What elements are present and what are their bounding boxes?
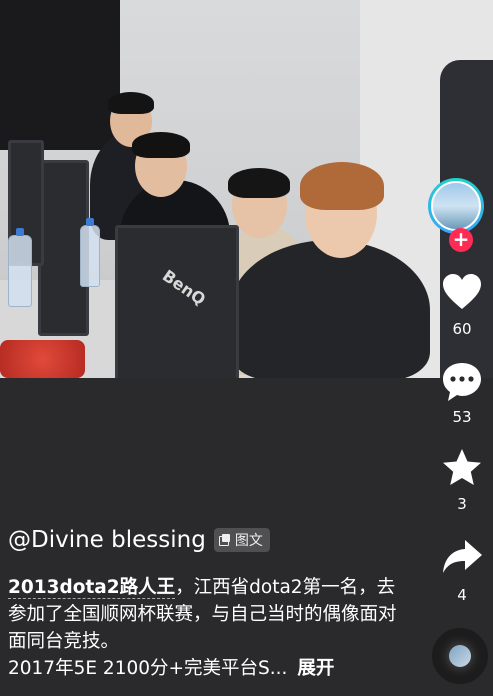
share-arrow-icon <box>443 540 482 573</box>
post-type-tag: 图文 <box>213 528 270 552</box>
share-button[interactable] <box>440 534 484 578</box>
caption-hashtag[interactable]: 2013dota2路人王 <box>8 577 176 599</box>
photo-monitor-front: BenQ <box>115 225 239 378</box>
star-icon <box>443 449 481 485</box>
photo-hair-front <box>300 162 384 210</box>
follow-button[interactable]: + <box>449 228 473 252</box>
music-cover <box>449 645 471 667</box>
photo-hair-back <box>108 92 154 114</box>
comment-button[interactable] <box>440 360 484 404</box>
comment-icon <box>443 363 481 401</box>
music-disc[interactable] <box>432 628 488 684</box>
avatar-image <box>431 181 481 231</box>
post-caption: 2013dota2路人王，江西省dota2第一名，去参加了全国顺网杯联赛，与自己… <box>8 574 408 682</box>
photo-person-front <box>230 240 430 378</box>
favorites-count: 3 <box>457 495 467 513</box>
post-photo[interactable]: BenQ <box>0 0 493 378</box>
like-button[interactable] <box>440 271 484 315</box>
photo-hair-2 <box>132 132 190 158</box>
expand-button[interactable]: 展开 <box>297 658 334 679</box>
author-name[interactable]: @Divine blessing <box>8 527 206 553</box>
shares-count: 4 <box>457 586 467 604</box>
likes-count: 60 <box>452 320 472 338</box>
photo-wall-dark <box>0 0 120 150</box>
photo-hair-3 <box>228 168 290 198</box>
favorite-button[interactable] <box>440 446 484 490</box>
author-row: @Divine blessing 图文 <box>8 527 270 553</box>
photo-monitor-brand: BenQ <box>158 265 210 310</box>
photo-red-bag <box>0 340 85 378</box>
comments-count: 53 <box>452 408 472 426</box>
image-stack-icon <box>218 534 231 546</box>
heart-icon <box>443 274 481 309</box>
photo-bottle-2 <box>80 218 100 287</box>
caption-line-4: 2017年5E 2100分+完美平台S... <box>8 658 288 679</box>
post-type-label: 图文 <box>234 533 263 549</box>
author-avatar[interactable] <box>428 178 484 234</box>
photo-bottle-1 <box>8 228 32 307</box>
